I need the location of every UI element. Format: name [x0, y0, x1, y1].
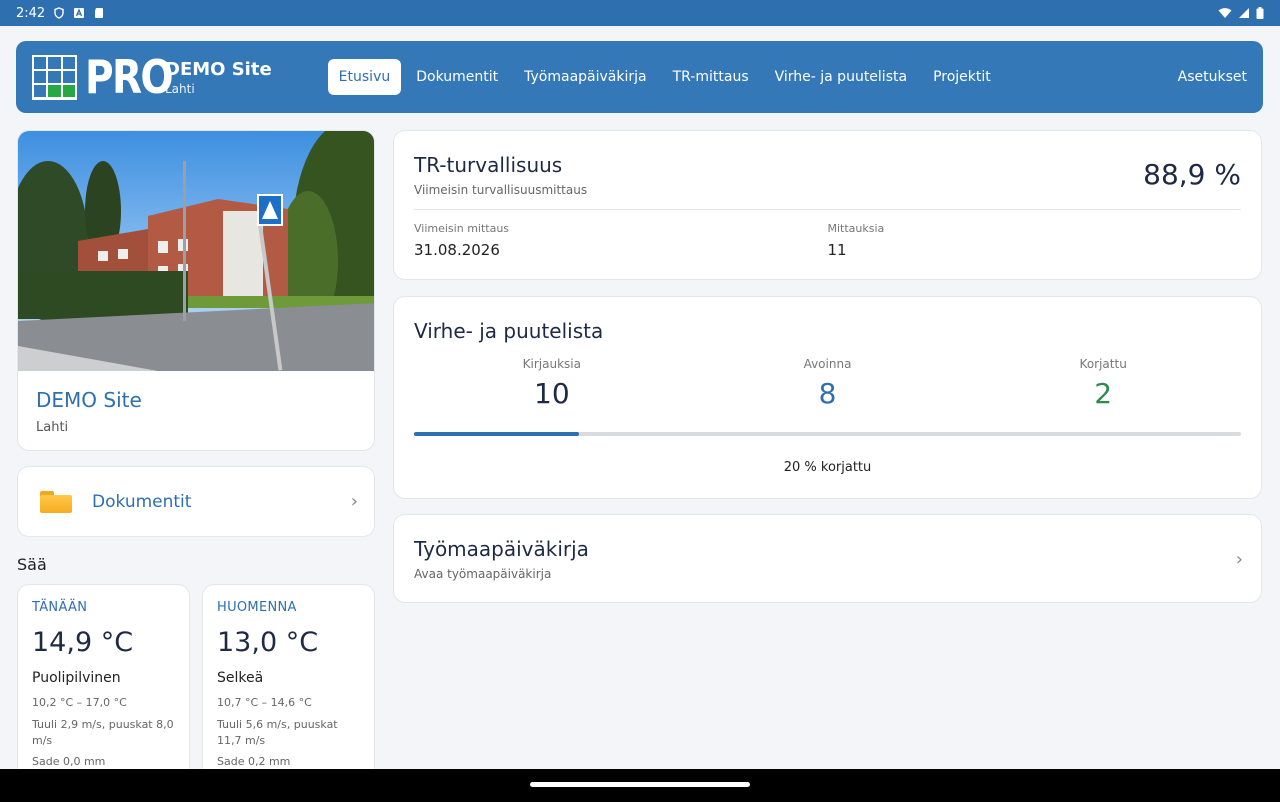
defects-footer: 20 % korjattu [783, 460, 872, 475]
site-photo [18, 131, 374, 371]
weather-temp: 13,0 °C [217, 627, 319, 658]
weather-wind: Tuuli 2,9 m/s, puuskat 8,0 m/s [32, 718, 174, 747]
site-city: Lahti [36, 420, 69, 435]
battery-icon [1256, 7, 1264, 19]
diary-title: Työmaapäiväkirja [414, 537, 589, 561]
weather-wind: Tuuli 5,6 m/s, puuskat 11,7 m/s [217, 718, 338, 747]
settings-link[interactable]: Asetukset [1178, 69, 1247, 85]
tr-subtitle: Viimeisin turvallisuusmittaus [414, 183, 588, 197]
defects-fixed: Korjattu 2 [965, 357, 1241, 410]
defects-title: Virhe- ja puutelista [414, 319, 604, 343]
weather-day: TÄNÄÄN [32, 600, 88, 615]
defects-entries: Kirjauksia 10 [414, 357, 690, 410]
tr-latest-label: Viimeisin mittaus [414, 222, 510, 235]
weather-day: HUOMENNA [217, 600, 297, 615]
tab-tyomaapaivakirja[interactable]: Työmaapäiväkirja [513, 59, 657, 95]
weather-title: Sää [17, 555, 47, 574]
defects-card[interactable]: Virhe- ja puutelista Kirjauksia 10 Avoin… [393, 296, 1262, 499]
header-site-name: DEMO Site [165, 58, 272, 80]
tr-count-value: 11 [827, 241, 847, 259]
tab-tr-mittaus[interactable]: TR-mittaus [662, 59, 760, 95]
main-nav: Etusivu Dokumentit Työmaapäiväkirja TR-m… [327, 59, 1002, 95]
chevron-right-icon: › [1235, 549, 1243, 570]
defects-open: Avoinna 8 [690, 357, 966, 410]
tr-value: 88,9 % [1143, 158, 1241, 191]
documents-label: Dokumentit [92, 491, 192, 512]
defects-fixed-value: 2 [1094, 377, 1113, 410]
defects-open-value: 8 [818, 377, 837, 410]
divider [414, 209, 1241, 210]
weather-range: 10,7 °C – 14,6 °C [217, 696, 312, 709]
tr-latest: Viimeisin mittaus 31.08.2026 [414, 222, 828, 259]
tr-title: TR-turvallisuus [414, 153, 563, 177]
diary-card[interactable]: Työmaapäiväkirja Avaa työmaapäiväkirja › [393, 514, 1262, 603]
documents-card[interactable]: Dokumentit › [17, 466, 375, 537]
weather-condition: Puolipilvinen [32, 670, 121, 686]
pro-logo: PRO [32, 50, 174, 104]
tab-virhe-ja-puutelista[interactable]: Virhe- ja puutelista [764, 59, 918, 95]
tr-count: Mittauksia 11 [828, 222, 1242, 259]
tr-latest-value: 31.08.2026 [414, 241, 500, 259]
site-title: DEMO Site [36, 388, 142, 412]
defects-progress-fill [414, 432, 580, 436]
header-site-city: Lahti [165, 81, 195, 96]
weather-rain: Sade 0,0 mm [32, 755, 106, 768]
defects-entries-label: Kirjauksia [522, 357, 581, 371]
app-header: PRO DEMO Site Lahti Etusivu Dokumentit T… [16, 41, 1263, 113]
weather-today-card: TÄNÄÄN 14,9 °C Puolipilvinen 10,2 °C – 1… [17, 584, 190, 784]
wifi-icon [1218, 8, 1232, 18]
home-gesture-handle[interactable] [530, 782, 750, 787]
system-nav-bar [0, 769, 1280, 802]
logo-text: PRO [85, 50, 174, 104]
tr-count-label: Mittauksia [827, 222, 885, 235]
defects-open-label: Avoinna [803, 357, 852, 371]
logo-grid-icon [32, 54, 77, 100]
defects-fixed-label: Korjattu [1079, 357, 1127, 371]
tab-projektit[interactable]: Projektit [922, 59, 1002, 95]
site-card: DEMO Site Lahti [17, 130, 375, 451]
chevron-right-icon: › [350, 491, 358, 512]
tab-etusivu[interactable]: Etusivu [327, 59, 402, 95]
tr-safety-card[interactable]: TR-turvallisuus Viimeisin turvallisuusmi… [393, 130, 1262, 280]
tab-dokumentit[interactable]: Dokumentit [405, 59, 509, 95]
status-bar: 2:42 [0, 0, 1280, 26]
header-site-info: DEMO Site Lahti [165, 59, 272, 96]
signal-icon [1239, 8, 1249, 18]
defects-progress-bar [414, 432, 1241, 436]
diary-subtitle: Avaa työmaapäiväkirja [414, 567, 552, 581]
shield-icon [54, 7, 64, 19]
weather-tomorrow-card: HUOMENNA 13,0 °C Selkeä 10,7 °C – 14,6 °… [202, 584, 375, 784]
weather-range: 10,2 °C – 17,0 °C [32, 696, 127, 709]
app-a-icon [74, 8, 85, 18]
weather-rain: Sade 0,2 mm [217, 755, 291, 768]
folder-icon [40, 490, 72, 513]
sd-card-icon [95, 8, 104, 18]
weather-condition: Selkeä [217, 670, 264, 686]
weather-temp: 14,9 °C [32, 627, 134, 658]
status-time: 2:42 [16, 5, 46, 21]
defects-entries-value: 10 [534, 377, 570, 410]
